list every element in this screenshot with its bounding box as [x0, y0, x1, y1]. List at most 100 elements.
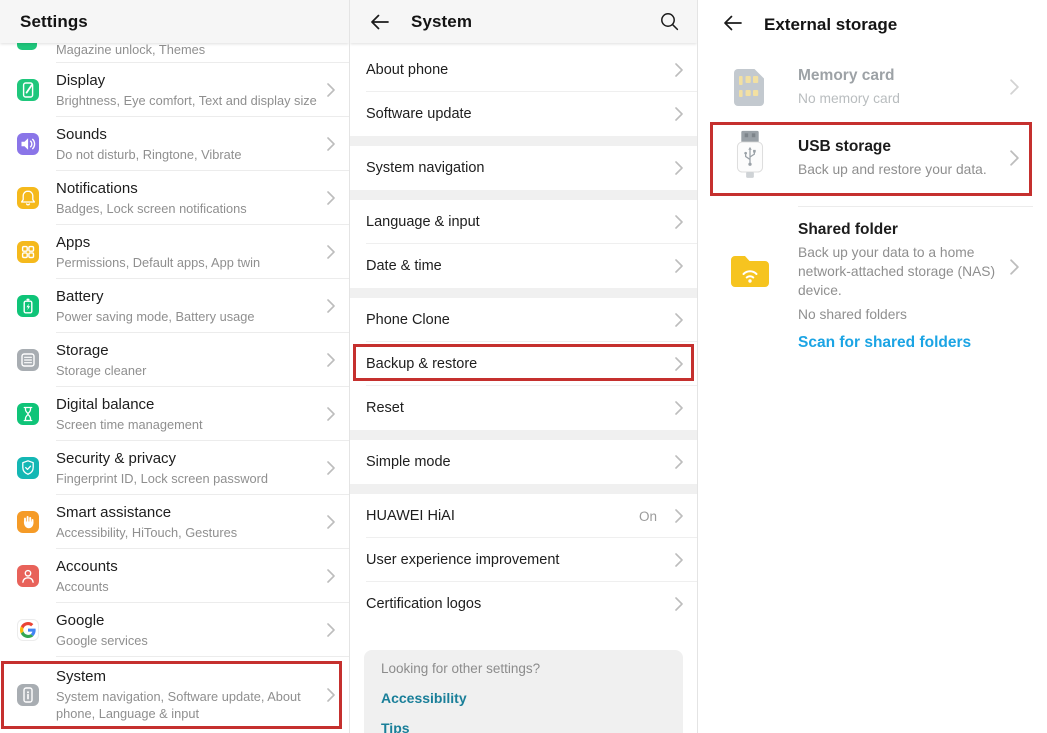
page-title: System: [411, 12, 472, 32]
chevron-right-icon: [675, 401, 683, 415]
settings-item-title: Accounts: [56, 558, 315, 576]
chevron-right-icon: [675, 597, 683, 611]
item-label: Language & input: [366, 214, 480, 230]
chevron-right-icon: [327, 623, 335, 637]
item-label: Phone Clone: [366, 312, 450, 328]
hourglass-icon: [17, 403, 39, 425]
item-label: Date & time: [366, 258, 442, 274]
settings-item-apps[interactable]: Apps Permissions, Default apps, App twin: [0, 225, 349, 279]
settings-item-system[interactable]: System System navigation, Software updat…: [0, 657, 349, 733]
settings-item-subtitle: Power saving mode, Battery usage: [56, 308, 315, 325]
home-screen-icon: [17, 43, 37, 50]
system-item-about-phone[interactable]: About phone: [350, 48, 697, 92]
storage-item-title: Memory card: [798, 66, 1007, 85]
settings-item-storage[interactable]: Storage Storage cleaner: [0, 333, 349, 387]
system-item-date-time[interactable]: Date & time: [350, 244, 697, 288]
chevron-right-icon: [675, 215, 683, 229]
chevron-right-icon: [327, 191, 335, 205]
group-separator: [350, 484, 697, 494]
shared-folder-status: No shared folders: [798, 307, 1007, 322]
settings-item-notifications[interactable]: Notifications Badges, Lock screen notifi…: [0, 171, 349, 225]
bell-icon: [17, 187, 39, 209]
scan-shared-folders-link[interactable]: Scan for shared folders: [798, 334, 1007, 352]
speaker-icon: [17, 133, 39, 155]
settings-item-battery[interactable]: Battery Power saving mode, Battery usage: [0, 279, 349, 333]
external-storage-header: External storage: [698, 0, 1047, 50]
back-arrow-icon[interactable]: [370, 14, 389, 30]
system-item-certification-logos[interactable]: Certification logos: [350, 582, 697, 626]
usb-storage-item[interactable]: USB storage Back up and restore your dat…: [698, 118, 1047, 198]
chevron-right-icon: [327, 407, 335, 421]
chevron-right-icon: [675, 107, 683, 121]
storage-item-subtitle: Back up your data to a home network-atta…: [798, 243, 1007, 300]
system-item-user-experience-improvement[interactable]: User experience improvement: [350, 538, 697, 582]
sd-card-icon: [728, 65, 772, 109]
chevron-right-icon: [675, 161, 683, 175]
settings-item-sounds[interactable]: Sounds Do not disturb, Ringtone, Vibrate: [0, 117, 349, 171]
shared-folder-item[interactable]: Shared folder Back up your data to a hom…: [698, 207, 1047, 352]
system-item-backup-restore[interactable]: Backup & restore: [350, 342, 697, 386]
settings-item-title: Digital balance: [56, 396, 315, 414]
settings-item-title: Apps: [56, 234, 315, 252]
settings-item-title: Display: [56, 72, 315, 90]
settings-item-subtitle: Accessibility, HiTouch, Gestures: [56, 524, 315, 541]
settings-item-accounts[interactable]: Accounts Accounts: [0, 549, 349, 603]
settings-item-title: Notifications: [56, 180, 315, 198]
settings-item-subtitle: System navigation, Software update, Abou…: [56, 688, 328, 722]
chevron-right-icon: [1010, 79, 1019, 95]
system-item-software-update[interactable]: Software update: [350, 92, 697, 136]
accessibility-link[interactable]: Accessibility: [381, 690, 666, 706]
storage-item-title: USB storage: [798, 137, 1007, 156]
chevron-right-icon: [327, 353, 335, 367]
other-settings-card: Looking for other settings? Accessibilit…: [364, 650, 683, 733]
system-item-simple-mode[interactable]: Simple mode: [350, 440, 697, 484]
usb-plug-icon: [728, 129, 772, 187]
settings-item-home-screen-partial[interactable]: Magazine unlock, Themes: [0, 43, 349, 63]
shield-check-icon: [17, 457, 39, 479]
chevron-right-icon: [1010, 259, 1019, 275]
chevron-right-icon: [675, 509, 683, 523]
system-item-reset[interactable]: Reset: [350, 386, 697, 430]
person-icon: [17, 565, 39, 587]
battery-icon: [17, 295, 39, 317]
settings-item-smart-assistance[interactable]: Smart assistance Accessibility, HiTouch,…: [0, 495, 349, 549]
page-title: Settings: [20, 12, 88, 32]
settings-item-digital-balance[interactable]: Digital balance Screen time management: [0, 387, 349, 441]
system-item-system-navigation[interactable]: System navigation: [350, 146, 697, 190]
search-icon[interactable]: [659, 11, 680, 32]
storage-item-subtitle: No memory card: [798, 89, 1007, 108]
tips-link[interactable]: Tips: [381, 720, 666, 733]
chevron-right-icon: [675, 259, 683, 273]
item-label: About phone: [366, 62, 448, 78]
chevron-right-icon: [675, 63, 683, 77]
google-g-icon: [17, 619, 39, 641]
settings-item-subtitle: Badges, Lock screen notifications: [56, 200, 315, 217]
settings-item-subtitle: Brightness, Eye comfort, Text and displa…: [56, 92, 315, 109]
group-separator: [350, 136, 697, 146]
chevron-right-icon: [1010, 150, 1019, 166]
settings-item-subtitle: Google services: [56, 632, 315, 649]
settings-item-google[interactable]: Google Google services: [0, 603, 349, 657]
system-item-huawei-hiai[interactable]: HUAWEI HiAI On: [350, 494, 697, 538]
item-label: Reset: [366, 400, 404, 416]
settings-item-display[interactable]: Display Brightness, Eye comfort, Text an…: [0, 63, 349, 117]
item-label: Backup & restore: [366, 356, 477, 372]
settings-item-title: Sounds: [56, 126, 315, 144]
settings-item-title: Smart assistance: [56, 504, 315, 522]
settings-item-subtitle: Permissions, Default apps, App twin: [56, 254, 315, 271]
hand-icon: [17, 511, 39, 533]
settings-item-security-privacy[interactable]: Security & privacy Fingerprint ID, Lock …: [0, 441, 349, 495]
settings-item-subtitle: Do not disturb, Ringtone, Vibrate: [56, 146, 315, 163]
settings-item-subtitle: Storage cleaner: [56, 362, 315, 379]
storage-icon: [17, 349, 39, 371]
system-item-phone-clone[interactable]: Phone Clone: [350, 298, 697, 342]
chevron-right-icon: [327, 688, 335, 702]
back-arrow-icon[interactable]: [723, 15, 742, 36]
screenshot-root: Settings Magazine unlock, Themes Display…: [0, 0, 1047, 733]
wifi-folder-icon: [728, 252, 772, 290]
chevron-right-icon: [327, 137, 335, 151]
item-label: HUAWEI HiAI: [366, 508, 455, 524]
settings-item-subtitle: Accounts: [56, 578, 315, 595]
chevron-right-icon: [327, 83, 335, 97]
system-item-language-input[interactable]: Language & input: [350, 200, 697, 244]
